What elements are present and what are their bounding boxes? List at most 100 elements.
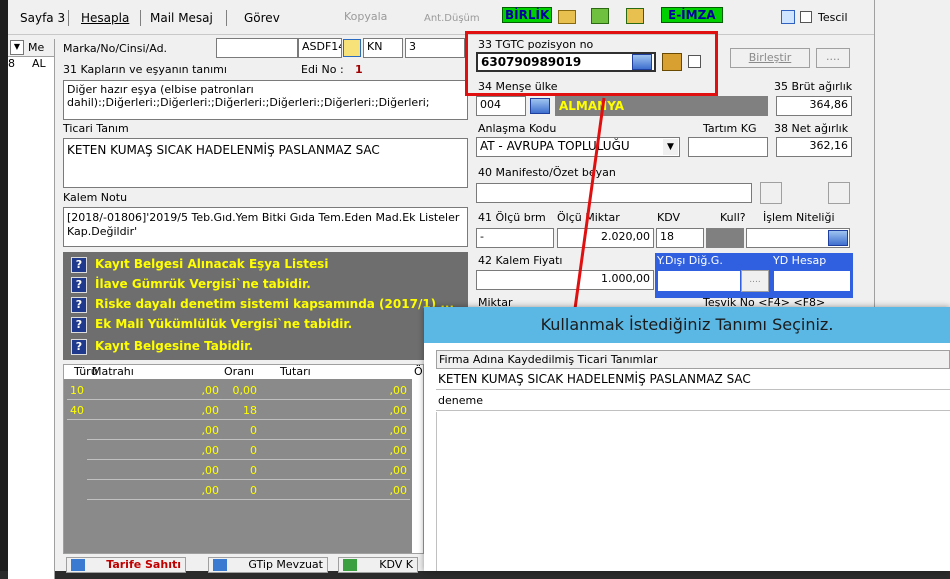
tartim-label: Tartım KG xyxy=(703,122,757,135)
dialog-title: Kullanmak İstediğiniz Tanımı Seçiniz. xyxy=(540,315,834,334)
tax-cell[interactable]: ,00 xyxy=(87,441,222,460)
ticari-label: Ticari Tanım xyxy=(63,122,129,135)
tax-cell[interactable]: ,00 xyxy=(87,461,222,480)
warning-text: Ek Mali Yükümlülük Vergisi`ne tabidir. xyxy=(95,317,353,331)
olcu-input[interactable]: - xyxy=(476,228,554,248)
magnifier-icon[interactable] xyxy=(781,10,795,24)
tax-cell[interactable]: 18 xyxy=(222,401,260,420)
red-arrow xyxy=(568,97,606,326)
folder-up-icon[interactable] xyxy=(591,8,609,24)
warning-item[interactable]: ? Kayıt Belgesi Alınacak Eşya Listesi xyxy=(71,256,328,273)
net-input[interactable]: 362,16 xyxy=(776,137,852,157)
dialog-list-item[interactable]: KETEN KUMAŞ SICAK HADELENMİŞ PASLANMAZ S… xyxy=(436,370,950,390)
definition-picker-dialog: Kullanmak İstediğiniz Tanımı Seçiniz. Fi… xyxy=(424,307,950,571)
background-edge xyxy=(0,0,8,571)
ydisi-dots-button[interactable]: .... xyxy=(741,270,769,292)
olcu-label: 41 Ölçü brm xyxy=(478,211,546,224)
kull-label: Kull? xyxy=(720,211,746,224)
kopyala-button[interactable]: Kopyala xyxy=(344,10,387,23)
warning-item[interactable]: ? Ek Mali Yükümlülük Vergisi`ne tabidir. xyxy=(71,316,352,333)
warning-text: Kayıt Belgesi Alınacak Eşya Listesi xyxy=(95,257,329,271)
tax-cell[interactable]: ,00 xyxy=(260,461,410,480)
dialog-list-empty-area xyxy=(436,412,950,571)
hesapla-button[interactable]: Hesapla xyxy=(81,11,129,25)
kdv-label: KDV K xyxy=(379,558,413,571)
lookup-icon[interactable] xyxy=(828,230,848,246)
dialog-column-header: Firma Adına Kaydedilmiş Ticari Tanımlar xyxy=(436,350,950,369)
fiyat-label: 42 Kalem Fiyatı xyxy=(478,254,563,267)
list-icon[interactable] xyxy=(760,182,782,204)
kaplar-textarea[interactable]: Diğer hazır eşya (elbise patronları dahi… xyxy=(63,80,468,120)
chevron-down-icon[interactable]: ▼ xyxy=(10,40,24,55)
birlestir-dots-button[interactable]: .... xyxy=(816,48,850,68)
tax-cell[interactable]: ,00 xyxy=(260,421,410,440)
tax-table[interactable]: Türü Matrahı Oranı Tutarı Ö 10 ,00 0,00 … xyxy=(63,364,424,554)
tax-cell[interactable]: 0,00 xyxy=(222,381,260,400)
tax-cell[interactable]: ,00 xyxy=(87,421,222,440)
highlight-box xyxy=(465,31,718,96)
kalem-notu-textarea[interactable]: [2018/-01806]'2019/5 Teb.Gıd.Yem Bitki G… xyxy=(63,207,468,247)
brut-input[interactable]: 364,86 xyxy=(776,96,852,116)
warning-item[interactable]: ? Riske dayalı denetim sistemi kapsamında… xyxy=(71,296,454,313)
left-grid-cell: AL xyxy=(32,57,46,70)
yd-hesap-label: YD Hesap xyxy=(773,254,827,267)
document-icon xyxy=(71,559,85,571)
edit-icon[interactable] xyxy=(343,39,361,57)
toolbar-separator xyxy=(140,10,141,26)
folder-arrow-icon[interactable] xyxy=(626,8,644,24)
edi-value: 1 xyxy=(355,63,363,76)
kn-input[interactable]: KN xyxy=(363,38,403,58)
dialog-title-bar: Kullanmak İstediğiniz Tanımı Seçiniz. xyxy=(424,307,950,343)
ydisi-input[interactable] xyxy=(657,270,741,292)
tax-cell[interactable]: 0 xyxy=(222,441,260,460)
tax-cell[interactable]: 0 xyxy=(222,481,260,500)
tax-cell[interactable]: ,00 xyxy=(260,441,410,460)
yd-hesap-input[interactable] xyxy=(773,270,851,292)
document-icon xyxy=(213,559,227,571)
tax-cell[interactable]: 40 xyxy=(67,401,87,420)
tax-col-header: Oranı xyxy=(224,365,254,378)
gorev-button[interactable]: Görev xyxy=(244,11,280,25)
tarife-label: Tarife Sahıtı xyxy=(106,558,181,571)
net-label: 38 Net ağırlık xyxy=(774,122,849,135)
chevron-down-icon[interactable]: ▼ xyxy=(663,139,678,155)
mail-mesaj-button[interactable]: Mail Mesaj xyxy=(150,11,213,25)
question-icon: ? xyxy=(71,297,87,313)
tax-col-header: Tutarı xyxy=(280,365,311,378)
e-imza-button[interactable]: E-İMZA xyxy=(661,7,723,23)
tax-table-scroll-column xyxy=(412,379,423,553)
tax-cell[interactable]: ,00 xyxy=(87,401,222,420)
ant-dusum-button[interactable]: Ant.Düşüm xyxy=(424,13,480,24)
left-item-grid[interactable]: ▼ Me 8 AL xyxy=(8,39,55,579)
lookup-icon[interactable] xyxy=(530,98,550,114)
tax-cell[interactable]: ,00 xyxy=(260,401,410,420)
mense-code-input[interactable]: 004 xyxy=(476,96,526,116)
tax-cell[interactable]: ,00 xyxy=(87,481,222,500)
tax-cell[interactable]: 0 xyxy=(222,421,260,440)
sayfa-button[interactable]: Sayfa 3 xyxy=(20,11,65,25)
marka-input[interactable] xyxy=(216,38,298,58)
marka-label: Marka/No/Cinsi/Ad. xyxy=(63,42,168,55)
tax-cell[interactable]: ,00 xyxy=(87,381,222,400)
tartim-input[interactable] xyxy=(688,137,768,157)
marka-code-input[interactable]: ASDF14 xyxy=(298,38,342,58)
tax-cell[interactable]: 10 xyxy=(67,381,87,400)
tax-cell[interactable]: ,00 xyxy=(260,381,410,400)
tescil-checkbox[interactable] xyxy=(800,11,812,23)
folder-icon[interactable] xyxy=(558,10,576,24)
birlik-button[interactable]: BİRLİK xyxy=(502,7,553,23)
warning-item[interactable]: ? İlave Gümrük Vergisi`ne tabidir. xyxy=(71,276,311,293)
question-icon: ? xyxy=(71,317,87,333)
document-arrow-icon[interactable] xyxy=(828,182,850,204)
tax-cell[interactable]: 0 xyxy=(222,461,260,480)
kull-field xyxy=(706,228,744,248)
tax-cell[interactable]: ,00 xyxy=(260,481,410,500)
kn-value-input[interactable]: 3 xyxy=(405,38,465,58)
kalem-notu-label: Kalem Notu xyxy=(63,191,128,204)
warning-item[interactable]: ? Kayıt Belgesine Tabidir. xyxy=(71,338,253,355)
birlestir-button[interactable]: Birleştir xyxy=(730,48,810,68)
dialog-list-item[interactable]: deneme xyxy=(436,391,950,411)
ticari-tanim-input[interactable]: KETEN KUMAŞ SICAK HADELENMİŞ PASLANMAZ S… xyxy=(63,138,468,188)
kdv-input[interactable]: 18 xyxy=(656,228,704,248)
left-grid-header: ▼ Me xyxy=(8,39,54,57)
